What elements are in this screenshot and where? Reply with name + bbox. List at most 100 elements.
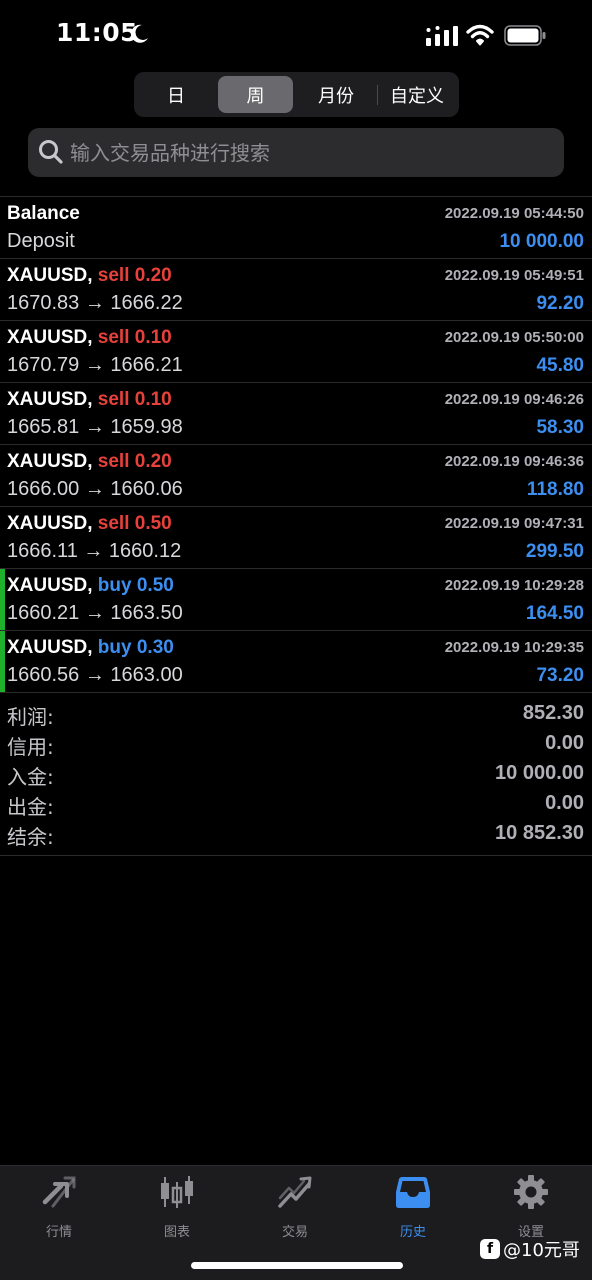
tab-label: 图表 (163, 1225, 190, 1240)
deal-profit: 164.50 (525, 603, 584, 624)
deal-direction: buy 0.50 (97, 575, 174, 596)
deal-symbol: XAUUSD, (7, 389, 93, 410)
deal-row[interactable]: XAUUSD, sell 0.20 2022.09.19 05:49:51 16… (0, 258, 592, 320)
balance-subtitle: Deposit (7, 230, 75, 252)
search-input[interactable] (70, 128, 550, 177)
watermark-logo-icon: f (480, 1239, 500, 1259)
deal-symbol: XAUUSD, (7, 451, 93, 472)
summary-section: 利润: 852.30 信用: 0.00 入金: 10 000.00 出金: 0.… (0, 692, 592, 856)
tab-chart[interactable]: 图表 (118, 1174, 236, 1240)
summary-value: 852.30 (522, 702, 584, 724)
balance-row[interactable]: Balance 2022.09.19 05:44:50 Deposit 10 0… (0, 196, 592, 258)
balance-title: Balance (7, 203, 80, 224)
summary-value: 0.00 (545, 792, 584, 814)
deal-prices: 1670.79 → 1666.21 (7, 354, 183, 376)
tab-month[interactable]: 月份 (298, 76, 374, 113)
gear-icon (514, 1175, 548, 1209)
deal-time: 2022.09.19 09:46:36 (444, 453, 584, 470)
moon-icon (131, 24, 148, 43)
deal-symbol-line: XAUUSD, sell 0.50 (7, 513, 172, 535)
deal-prices: 1665.81 → 1659.98 (7, 416, 183, 438)
deal-profit: 92.20 (536, 293, 584, 314)
tab-trade[interactable]: 交易 (236, 1174, 354, 1240)
summary-label: 入金: (7, 765, 54, 789)
summary-value: 10 852.30 (495, 822, 584, 844)
search-bar[interactable] (28, 128, 564, 177)
deal-profit: 118.80 (526, 479, 584, 500)
deal-row[interactable]: XAUUSD, sell 0.20 2022.09.19 09:46:36 16… (0, 444, 592, 506)
cellular-signal-icon (426, 26, 458, 46)
deal-prices: 1666.00 → 1660.06 (7, 478, 183, 500)
battery-icon (504, 25, 546, 46)
summary-label: 结余: (7, 825, 54, 849)
history-list: Balance 2022.09.19 05:44:50 Deposit 10 0… (0, 196, 592, 856)
deal-row[interactable]: XAUUSD, sell 0.50 2022.09.19 09:47:31 16… (0, 506, 592, 568)
candlestick-chart-icon (161, 1176, 193, 1208)
deal-symbol-line: XAUUSD, sell 0.10 (7, 327, 172, 349)
home-indicator[interactable] (191, 1262, 403, 1269)
segment-divider (377, 85, 378, 105)
quotes-arrows-icon (42, 1176, 76, 1208)
deal-time: 2022.09.19 09:47:31 (444, 515, 584, 532)
deal-profit: 45.80 (536, 355, 584, 376)
tab-custom[interactable]: 自定义 (380, 76, 454, 113)
tab-week[interactable]: 周 (218, 76, 293, 113)
deal-symbol: XAUUSD, (7, 327, 93, 348)
deal-direction: sell 0.10 (97, 327, 172, 348)
history-inbox-icon (396, 1177, 430, 1208)
summary-row-deposit: 入金: 10 000.00 (0, 759, 592, 789)
deal-direction: sell 0.10 (97, 389, 172, 410)
deal-profit: 73.20 (536, 665, 584, 686)
deal-time: 2022.09.19 05:44:50 (444, 205, 584, 222)
deal-symbol: XAUUSD, (7, 513, 93, 534)
deal-symbol-line: XAUUSD, buy 0.30 (7, 637, 174, 659)
summary-label: 信用: (7, 735, 54, 759)
deal-row[interactable]: XAUUSD, sell 0.10 2022.09.19 05:50:00 16… (0, 320, 592, 382)
deal-row[interactable]: XAUUSD, buy 0.50 2022.09.19 10:29:28 166… (0, 568, 592, 630)
tab-day[interactable]: 日 (140, 76, 212, 113)
status-time: 11:05 (56, 18, 139, 47)
deal-symbol: XAUUSD, (7, 575, 93, 596)
tab-settings[interactable]: 设置 (472, 1174, 590, 1240)
summary-label: 利润: (7, 705, 54, 729)
deal-prices: 1660.56 → 1663.00 (7, 664, 183, 686)
summary-label: 出金: (7, 795, 54, 819)
watermark-text: @10元哥 (503, 1240, 580, 1261)
deal-symbol-line: XAUUSD, buy 0.50 (7, 575, 174, 597)
tab-quotes[interactable]: 行情 (0, 1174, 118, 1240)
deal-prices: 1660.21 → 1663.50 (7, 602, 183, 624)
search-icon (39, 140, 63, 164)
summary-value: 0.00 (545, 732, 584, 754)
watermark: f @10元哥 (480, 1236, 580, 1262)
summary-row-withdrawal: 出金: 0.00 (0, 789, 592, 819)
deal-prices: 1670.83 → 1666.22 (7, 292, 183, 314)
deal-symbol-line: XAUUSD, sell 0.10 (7, 389, 172, 411)
deal-time: 2022.09.19 10:29:35 (444, 639, 584, 656)
summary-row-credit: 信用: 0.00 (0, 729, 592, 759)
deal-direction: sell 0.20 (97, 265, 172, 286)
status-bar: 11:05 (0, 0, 592, 70)
deal-profit: 299.50 (525, 541, 584, 562)
deal-direction: buy 0.30 (97, 637, 174, 658)
deal-profit: 58.30 (536, 417, 584, 438)
deal-symbol-line: XAUUSD, sell 0.20 (7, 451, 172, 473)
deal-prices: 1666.11 → 1660.12 (7, 540, 182, 562)
tab-label: 交易 (281, 1225, 308, 1240)
summary-value: 10 000.00 (495, 762, 584, 784)
summary-row-balance: 结余: 10 852.30 (0, 819, 592, 849)
trade-trend-icon (278, 1176, 312, 1208)
deal-time: 2022.09.19 10:29:28 (444, 577, 584, 594)
deal-symbol-line: XAUUSD, sell 0.20 (7, 265, 172, 287)
tab-label: 历史 (399, 1225, 426, 1240)
summary-row-profit: 利润: 852.30 (0, 699, 592, 729)
deal-row[interactable]: XAUUSD, buy 0.30 2022.09.19 10:29:35 166… (0, 630, 592, 692)
tab-label: 行情 (45, 1225, 72, 1240)
deal-time: 2022.09.19 05:50:00 (444, 329, 584, 346)
deal-direction: sell 0.20 (97, 451, 172, 472)
tab-history[interactable]: 历史 (354, 1174, 472, 1240)
deal-symbol: XAUUSD, (7, 265, 93, 286)
deal-time: 2022.09.19 09:46:26 (444, 391, 584, 408)
deal-row[interactable]: XAUUSD, sell 0.10 2022.09.19 09:46:26 16… (0, 382, 592, 444)
buy-indicator-bar (0, 569, 5, 630)
balance-amount: 10 000.00 (499, 231, 584, 252)
